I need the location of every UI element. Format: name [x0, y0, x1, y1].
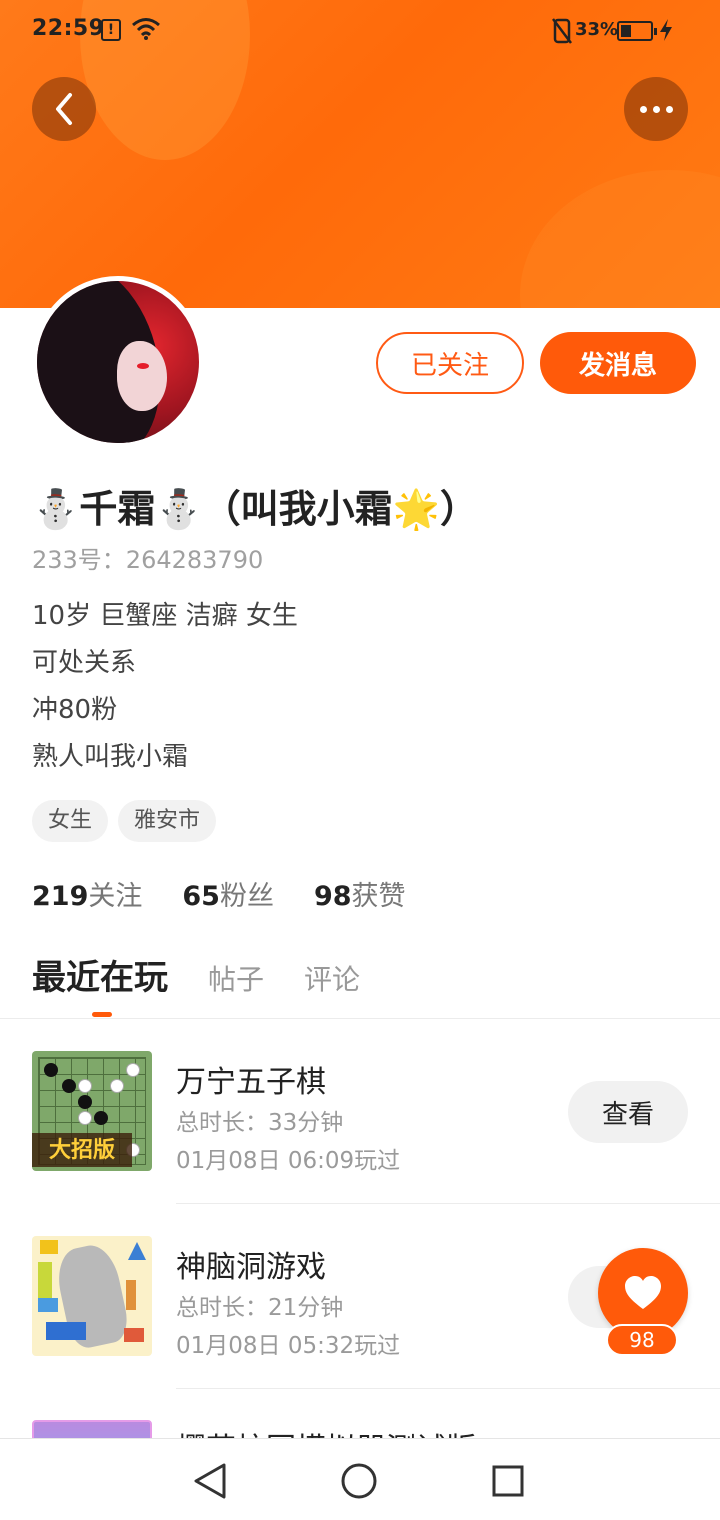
game-title: 樱花校园模拟器测试版 [176, 1424, 476, 1438]
game-duration: 总时长：21分钟 [176, 1295, 344, 1321]
triangle-back-icon [194, 1463, 226, 1499]
list-item[interactable]: 樱花校园模拟器测试版 [0, 1420, 720, 1438]
tag-gender: 女生 [32, 800, 109, 842]
likes-label: 获赞 [351, 881, 406, 912]
followed-button[interactable]: 已关注 [376, 332, 524, 394]
active-tab-indicator [92, 1012, 112, 1017]
system-nav-bar [0, 1438, 720, 1520]
bio-line: 熟人叫我小霜 [32, 742, 189, 772]
view-button[interactable]: 查看 [568, 1081, 688, 1143]
content-tabs: 最近在玩 帖子 评论 [32, 950, 400, 999]
nav-home-button[interactable] [337, 1459, 381, 1503]
tab-posts[interactable]: 帖子 [208, 958, 264, 998]
back-button[interactable] [32, 77, 96, 141]
avatar[interactable] [32, 276, 204, 448]
nickname: ⛄千霜⛄（叫我小霜🌟） [32, 487, 478, 531]
alert-icon: ! [101, 19, 121, 41]
chevron-left-icon [56, 93, 72, 125]
bio-line: 可处关系 [32, 648, 137, 678]
followers-label: 粉丝 [219, 881, 274, 912]
tab-comments[interactable]: 评论 [304, 958, 360, 998]
square-recents-icon [492, 1465, 524, 1497]
heart-icon [625, 1276, 661, 1309]
more-horizontal-icon [639, 105, 673, 113]
game-thumbnail: 大招版 [32, 1051, 152, 1171]
tabs-divider [0, 1018, 720, 1019]
tab-recently-played[interactable]: 最近在玩 [32, 950, 168, 999]
bio-line: 冲80粉 [32, 695, 118, 725]
game-duration: 总时长：33分钟 [176, 1110, 344, 1136]
battery-percent: 33% [575, 19, 619, 40]
charging-icon [660, 19, 672, 41]
game-last-played: 01月08日 05:32玩过 [176, 1333, 401, 1359]
user-id: 233号：264283790 [32, 546, 264, 574]
list-item[interactable]: 大招版 万宁五子棋 总时长：33分钟 01月08日 06:09玩过 查看 [0, 1051, 720, 1201]
list-divider [176, 1203, 720, 1204]
more-button[interactable] [624, 77, 688, 141]
list-divider [176, 1388, 720, 1389]
status-bar: 22:59 ! 33% [0, 0, 720, 62]
like-count: 98 [606, 1324, 678, 1356]
game-title: 万宁五子棋 [176, 1065, 326, 1100]
following-count: 219 [32, 881, 89, 912]
bio-line: 10岁 巨蟹座 洁癖 女生 [32, 601, 298, 631]
battery-icon [617, 21, 657, 41]
circle-home-icon [341, 1463, 377, 1499]
following-label: 关注 [88, 881, 143, 912]
game-thumbnail [32, 1420, 152, 1438]
bio: 10岁 巨蟹座 洁癖 女生 可处关系 冲80粉 熟人叫我小霜 [32, 596, 298, 784]
likes-count: 98 [313, 881, 352, 912]
game-thumbnail [32, 1236, 152, 1356]
likes-stat: 98获赞 [314, 874, 406, 913]
header-decoration [520, 170, 720, 308]
game-title: 神脑洞游戏 [176, 1250, 326, 1285]
followers-stat[interactable]: 65粉丝 [182, 874, 274, 913]
nfc-icon [552, 18, 572, 44]
wifi-icon [132, 18, 160, 40]
nav-back-button[interactable] [188, 1459, 232, 1503]
followers-count: 65 [182, 881, 220, 912]
following-stat[interactable]: 219关注 [32, 874, 142, 913]
thumbnail-banner: 大招版 [32, 1133, 132, 1167]
profile-tags: 女生 雅安市 [32, 800, 217, 842]
profile-stats: 219关注 65粉丝 98获赞 [32, 874, 446, 913]
profile-header: 22:59 ! 33% [0, 0, 720, 308]
send-message-button[interactable]: 发消息 [540, 332, 696, 394]
game-last-played: 01月08日 06:09玩过 [176, 1148, 401, 1174]
status-time: 22:59 [32, 16, 105, 41]
tag-location: 雅安市 [118, 800, 217, 842]
nav-recents-button[interactable] [486, 1459, 530, 1503]
